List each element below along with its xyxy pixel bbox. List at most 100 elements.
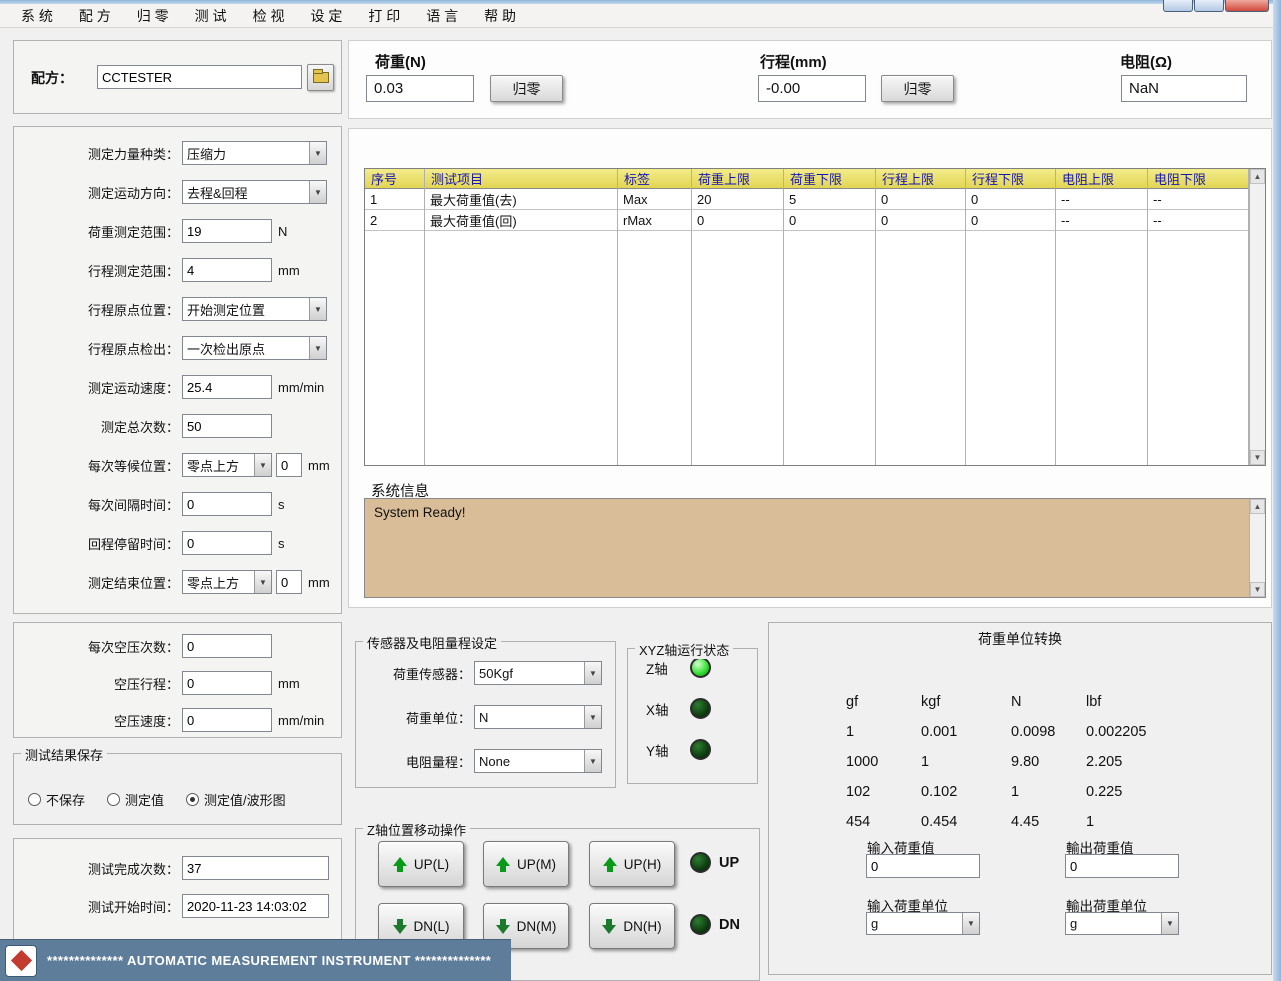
table-cell[interactable]: 最大荷重值(去) (425, 189, 617, 210)
origin-position-select[interactable]: 开始测定位置▼ (182, 297, 327, 321)
menu-recipe[interactable]: 配 方 (66, 4, 124, 28)
menu-zero[interactable]: 归 零 (124, 4, 182, 28)
table-cell[interactable]: -- (1148, 210, 1248, 231)
chevron-down-icon[interactable]: ▼ (309, 181, 326, 203)
input-load-value-field[interactable] (866, 854, 980, 878)
table-cell[interactable]: 5 (784, 189, 875, 210)
table-cell[interactable]: 0 (876, 210, 965, 231)
table-cell[interactable]: 0 (784, 210, 875, 231)
recipe-input[interactable] (97, 65, 302, 89)
menu-test[interactable]: 测 试 (182, 4, 240, 28)
menu-system[interactable]: 系 统 (8, 4, 66, 28)
menu-help[interactable]: 帮 助 (471, 4, 529, 28)
maximize-button[interactable] (1194, 0, 1224, 12)
table-cell[interactable]: 2 (365, 210, 424, 231)
interval-time-input[interactable] (182, 492, 272, 516)
table-cell[interactable]: -- (1056, 210, 1147, 231)
system-info-scrollbar[interactable]: ▲ ▼ (1249, 499, 1265, 597)
scroll-up-icon[interactable]: ▲ (1250, 499, 1265, 514)
conv-cell: 9.80 (1011, 747, 1086, 777)
chevron-down-icon[interactable]: ▼ (309, 337, 326, 359)
menu-language[interactable]: 语 言 (413, 4, 471, 28)
scroll-track[interactable] (1250, 514, 1265, 582)
table-cell[interactable]: 0 (966, 189, 1055, 210)
load-sensor-select[interactable]: 50Kgf▼ (474, 661, 602, 685)
air-speed-input[interactable] (182, 708, 272, 732)
scroll-track[interactable] (1250, 184, 1265, 450)
chevron-down-icon[interactable]: ▼ (254, 571, 271, 593)
start-time-input[interactable] (182, 894, 329, 918)
chevron-down-icon[interactable]: ▼ (309, 298, 326, 320)
load-zero-button[interactable]: 归零 (490, 75, 563, 102)
recipe-panel: 配方： (13, 40, 342, 114)
col-header: 电阻下限 (1148, 169, 1248, 189)
wait-offset-input[interactable] (276, 453, 302, 477)
table-cell[interactable]: 最大荷重值(回) (425, 210, 617, 231)
air-count-input[interactable] (182, 634, 272, 658)
total-count-input[interactable] (182, 414, 272, 438)
table-scrollbar[interactable]: ▲ ▼ (1249, 169, 1265, 465)
table-cell[interactable]: 20 (692, 189, 783, 210)
dwell-time-input[interactable] (182, 531, 272, 555)
chevron-down-icon[interactable]: ▼ (584, 662, 601, 684)
table-cell[interactable]: -- (1148, 189, 1248, 210)
air-stroke-input[interactable] (182, 671, 272, 695)
wait-position-select[interactable]: 零点上方▼ (182, 453, 272, 477)
group-title: 测试结果保存 (21, 745, 107, 764)
chevron-down-icon[interactable]: ▼ (584, 750, 601, 772)
table-cell[interactable]: rMax (618, 210, 691, 231)
direction-select[interactable]: 去程&回程▼ (182, 180, 327, 204)
bottom-banner: ************** AUTOMATIC MEASUREMENT INS… (0, 939, 511, 981)
save-options: 不保存 测定值 测定值/波形图 (28, 790, 286, 809)
browse-recipe-button[interactable] (307, 64, 334, 91)
load-range-input[interactable] (182, 219, 272, 243)
table-cell[interactable]: Max (618, 189, 691, 210)
minimize-button[interactable] (1163, 0, 1193, 12)
scroll-down-icon[interactable]: ▼ (1250, 450, 1265, 465)
menu-setting[interactable]: 设 定 (297, 4, 355, 28)
chevron-down-icon[interactable]: ▼ (1161, 913, 1178, 934)
completed-count-input[interactable] (182, 856, 329, 880)
table-cell[interactable]: 0 (692, 210, 783, 231)
input-unit-select[interactable]: g▼ (866, 912, 980, 935)
table-cell[interactable]: -- (1056, 189, 1147, 210)
resistance-range-select[interactable]: None▼ (474, 749, 602, 773)
radio-value-waveform[interactable]: 测定值/波形图 (186, 790, 286, 809)
end-offset-input[interactable] (276, 570, 302, 594)
chevron-down-icon[interactable]: ▼ (962, 913, 979, 934)
scroll-up-icon[interactable]: ▲ (1250, 169, 1265, 184)
origin-detect-select[interactable]: 一次检出原点▼ (182, 336, 327, 360)
table-cell[interactable]: 0 (876, 189, 965, 210)
load-unit-select[interactable]: N▼ (474, 705, 602, 729)
up-led (690, 852, 711, 873)
menu-print[interactable]: 打 印 (355, 4, 413, 28)
radio-no-save[interactable]: 不保存 (28, 790, 85, 809)
speed-input[interactable] (182, 375, 272, 399)
scroll-down-icon[interactable]: ▼ (1250, 582, 1265, 597)
up-low-button[interactable]: UP(L) (378, 841, 464, 887)
end-position-select[interactable]: 零点上方▼ (182, 570, 272, 594)
param-label: 行程原点检出： (14, 339, 182, 358)
load-display: 0.03 (366, 75, 474, 102)
chevron-down-icon[interactable]: ▼ (584, 706, 601, 728)
up-mid-button[interactable]: UP(M) (483, 841, 569, 887)
output-unit-select[interactable]: g▼ (1065, 912, 1179, 935)
dn-high-button[interactable]: DN(H) (589, 903, 675, 949)
up-high-button[interactable]: UP(H) (589, 841, 675, 887)
menu-view[interactable]: 检 视 (240, 4, 298, 28)
select-value: 零点上方 (183, 573, 254, 592)
close-button[interactable] (1225, 0, 1269, 12)
chevron-down-icon[interactable]: ▼ (309, 142, 326, 164)
table-cell[interactable]: 1 (365, 189, 424, 210)
unit-label: mm (278, 263, 300, 278)
stroke-range-input[interactable] (182, 258, 272, 282)
chevron-down-icon[interactable]: ▼ (254, 454, 271, 476)
output-load-value-field[interactable] (1065, 854, 1179, 878)
radio-measured-value[interactable]: 测定值 (107, 790, 164, 809)
up-led-label: UP (719, 855, 739, 871)
conv-cell: 0.102 (921, 777, 1011, 807)
force-type-select[interactable]: 压缩力▼ (182, 141, 327, 165)
table-cell[interactable]: 0 (966, 210, 1055, 231)
stroke-zero-button[interactable]: 归零 (881, 75, 954, 102)
button-label: UP(L) (414, 857, 449, 872)
